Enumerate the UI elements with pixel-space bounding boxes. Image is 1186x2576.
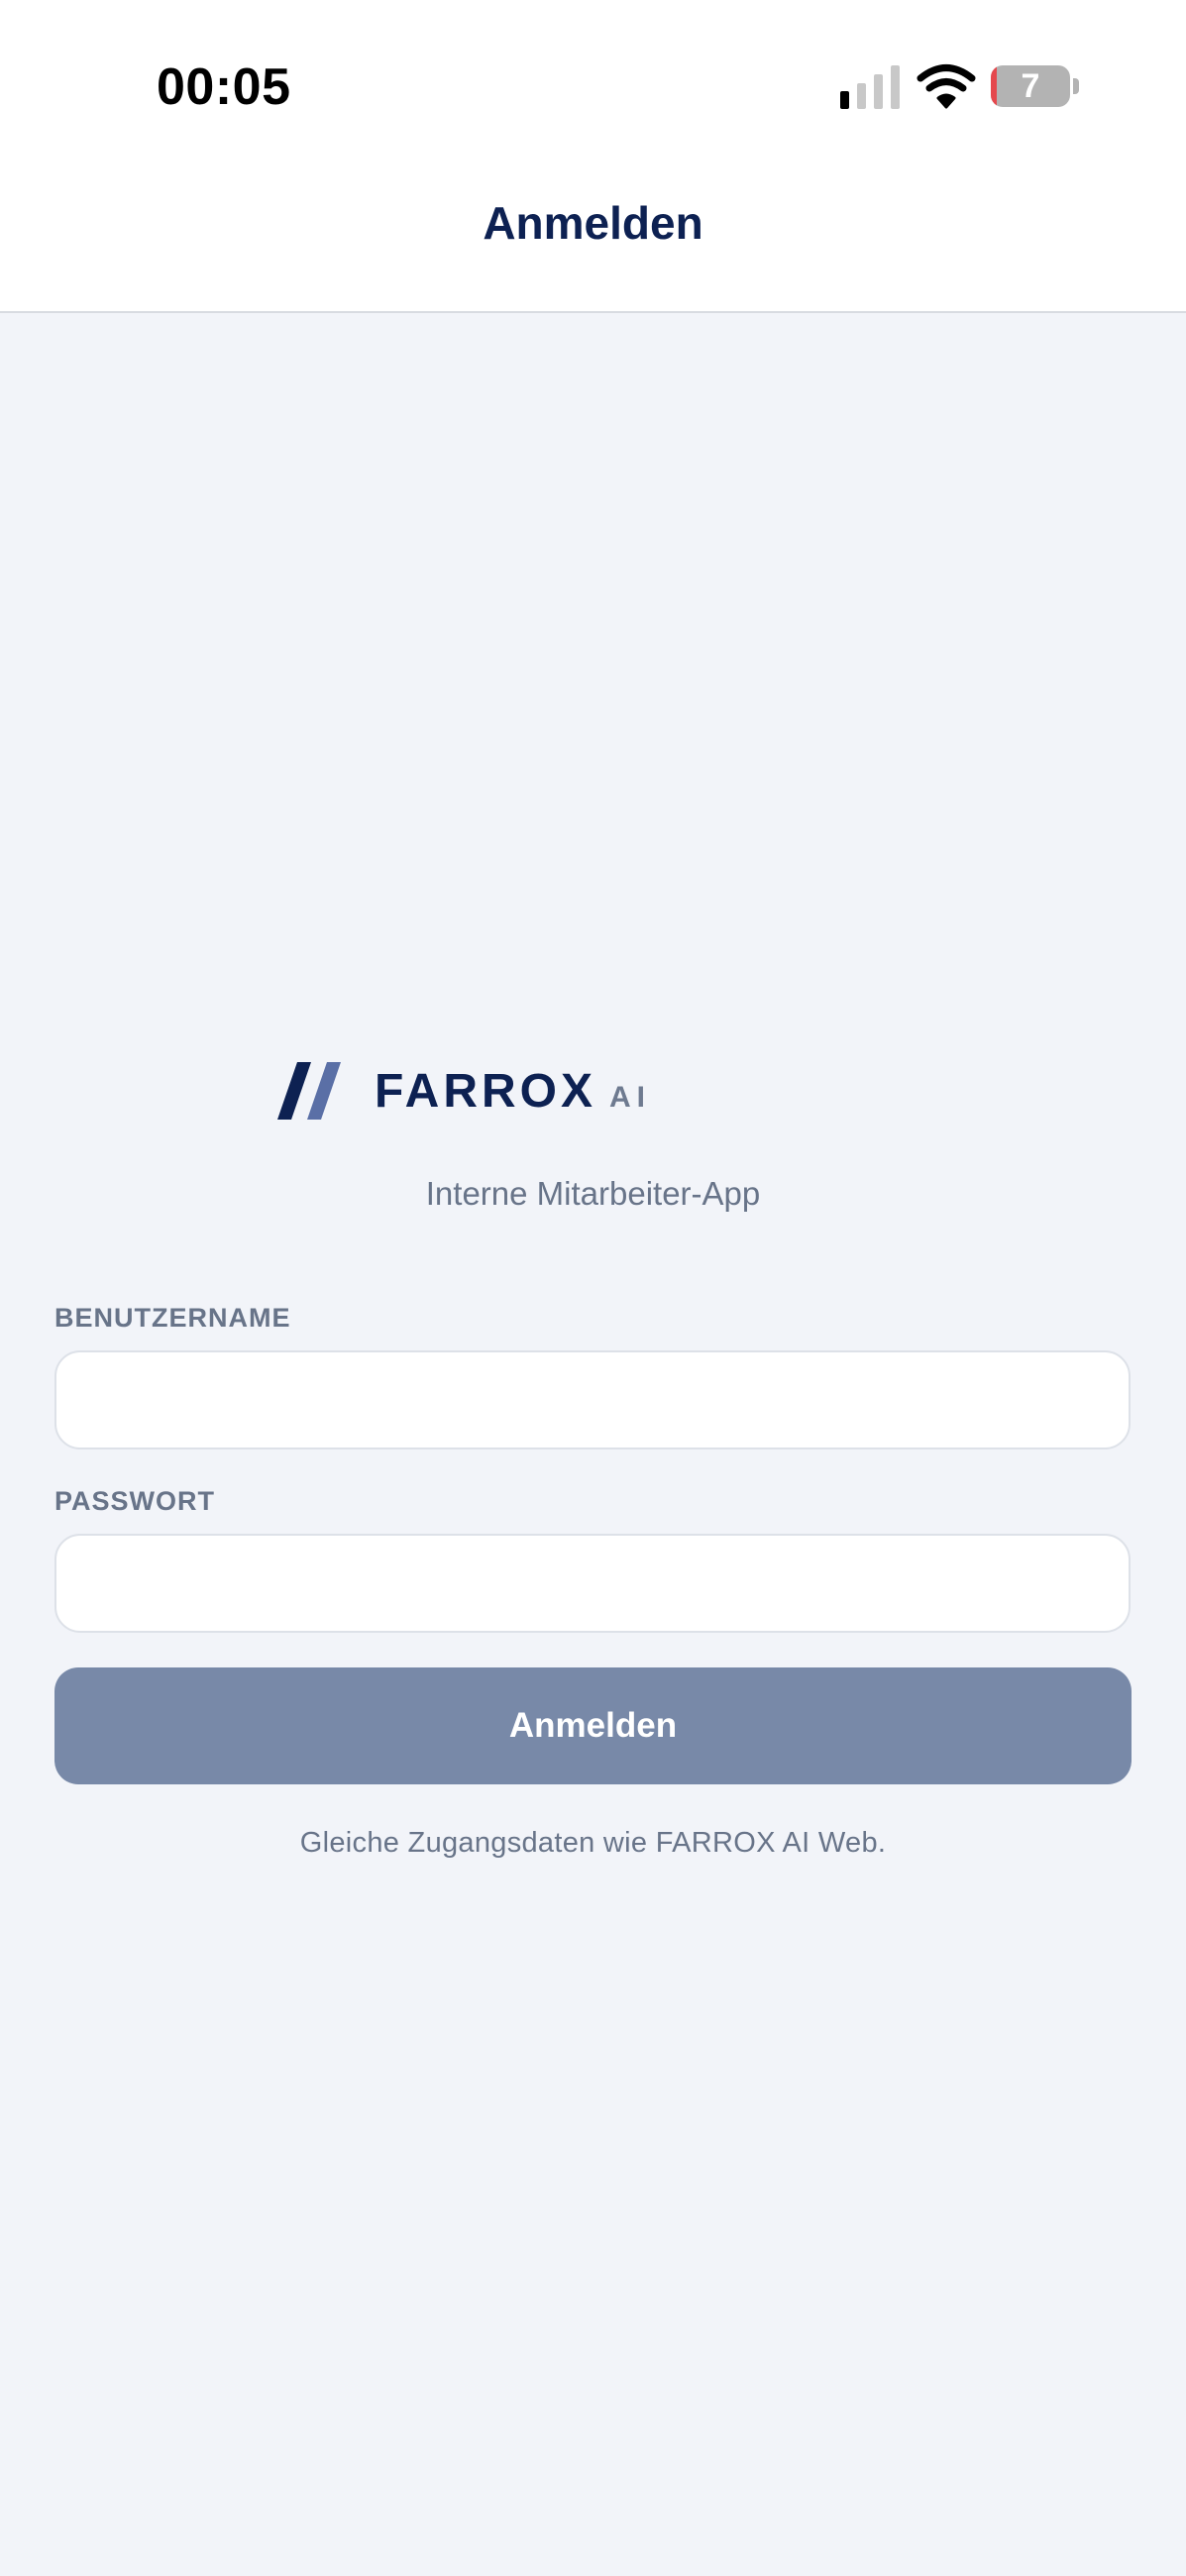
wifi-icon [916,64,976,109]
logo-suffix: AI [609,1081,651,1114]
password-input[interactable] [54,1534,1131,1633]
cellular-signal-icon [840,65,900,109]
status-time: 00:05 [157,58,291,116]
top-bar: 00:05 7 Anmelden [0,0,1186,313]
username-label: BENUTZERNAME [54,1303,291,1333]
password-label: PASSWORT [54,1486,215,1516]
battery-icon: 7 [991,65,1080,107]
logo-wordmark: FARROX [375,1065,597,1118]
app-subtitle: Interne Mitarbeiter-App [425,1175,761,1212]
username-input[interactable] [54,1350,1131,1449]
battery-level: 7 [1021,67,1040,105]
farrox-logo: FARROX AI [277,1058,654,1124]
credentials-hint: Gleiche Zugangsdaten wie FARROX AI Web. [299,1827,887,1859]
page-title: Anmelden [483,197,703,249]
login-button[interactable]: Anmelden [54,1667,1132,1784]
farrox-logo-mark-icon [277,1062,341,1120]
